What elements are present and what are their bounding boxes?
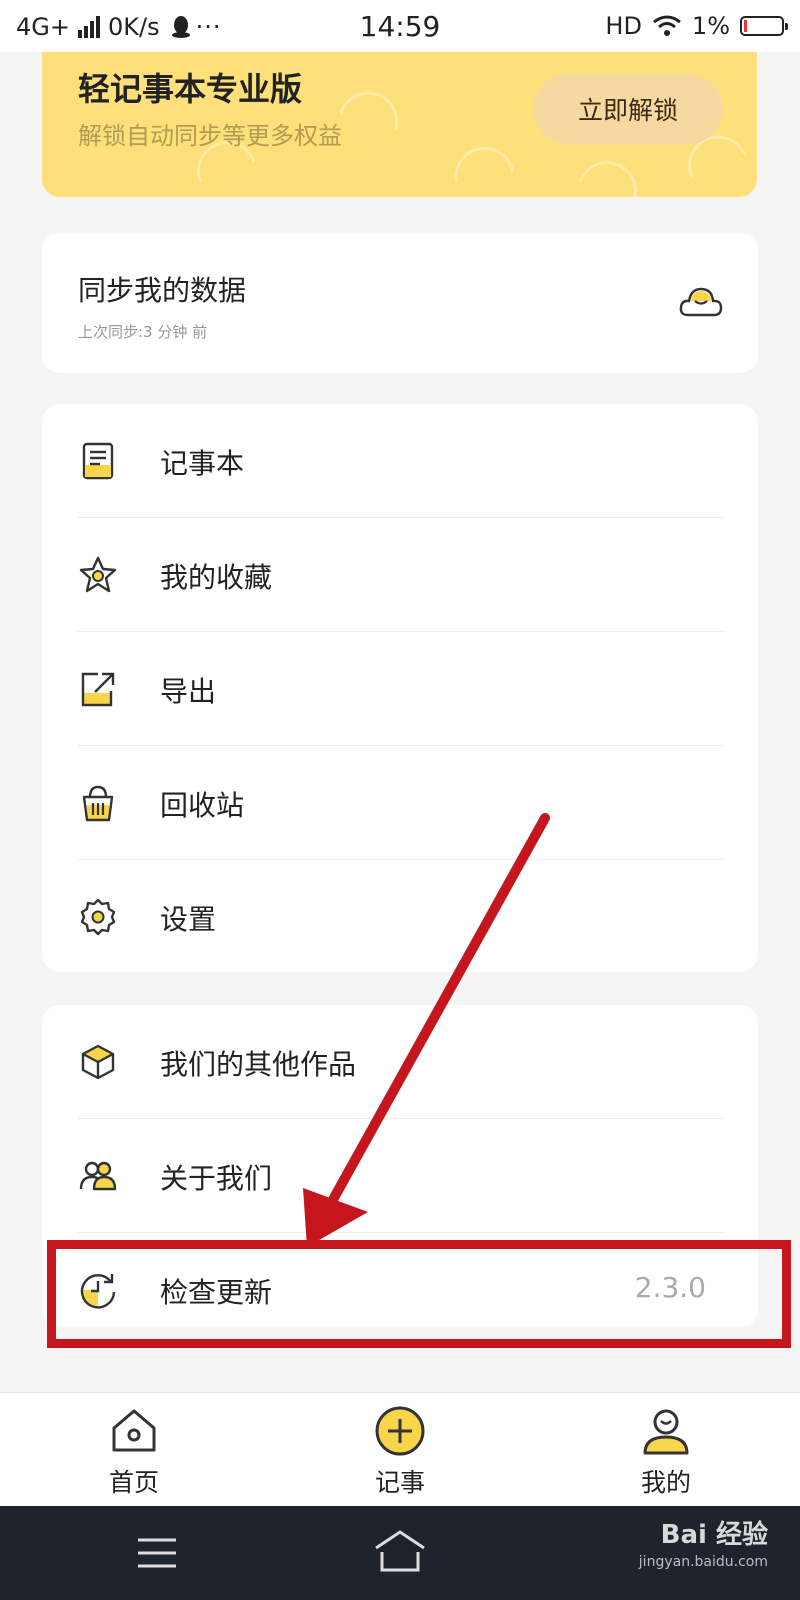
menu-item-recycle-bin[interactable]: 回收站 xyxy=(42,746,758,860)
unlock-button[interactable]: 立即解锁 xyxy=(533,74,723,144)
tab-label: 记事 xyxy=(374,1468,425,1497)
battery-icon xyxy=(740,16,788,36)
export-icon xyxy=(81,672,115,707)
menu-item-export[interactable]: 导出 xyxy=(42,632,758,746)
cloud-sync-icon xyxy=(679,287,723,317)
menu-label: 设置 xyxy=(160,903,217,936)
battery-percent: 1% xyxy=(691,12,730,40)
system-nav-bar: Bai 经验 jingyan.baidu.com xyxy=(0,1506,800,1600)
watermark-url: jingyan.baidu.com xyxy=(638,1554,768,1570)
pro-upgrade-banner[interactable]: 轻记事本专业版 解锁自动同步等更多权益 立即解锁 xyxy=(42,52,757,197)
add-circle-icon xyxy=(375,1406,425,1456)
menu-label: 我们的其他作品 xyxy=(160,1048,357,1081)
star-icon xyxy=(79,556,117,593)
menu-label: 记事本 xyxy=(160,447,245,480)
menu-item-notebook[interactable]: 记事本 xyxy=(42,404,758,518)
sync-card[interactable]: 同步我的数据 上次同步:3 分钟 前 xyxy=(42,233,758,373)
menu-item-other-works[interactable]: 我们的其他作品 xyxy=(42,1005,758,1119)
menu-item-settings[interactable]: 设置 xyxy=(42,860,758,974)
annotation-highlight-box xyxy=(47,1240,791,1348)
pro-subtitle: 解锁自动同步等更多权益 xyxy=(78,122,342,150)
cube-icon xyxy=(81,1044,115,1080)
tab-mine[interactable]: 我的 xyxy=(596,1393,736,1507)
tab-label: 我的 xyxy=(640,1468,691,1497)
menu-item-favorites[interactable]: 我的收藏 xyxy=(42,518,758,632)
notebook-icon xyxy=(82,442,114,480)
menu-label: 导出 xyxy=(160,675,217,708)
main-menu-card: 记事本 我的收藏 导出 回收站 设置 xyxy=(42,404,758,972)
menu-label: 回收站 xyxy=(160,789,245,822)
pro-title: 轻记事本专业版 xyxy=(78,70,303,108)
home-button-icon[interactable] xyxy=(360,1526,440,1580)
tab-home[interactable]: 首页 xyxy=(64,1393,204,1507)
status-bar: 4G+ 0K/s ··· 14:59 HD 1% xyxy=(0,0,800,52)
tab-label: 首页 xyxy=(108,1468,159,1497)
people-icon xyxy=(79,1161,117,1191)
watermark-brand: Bai 经验 xyxy=(660,1520,768,1550)
home-icon xyxy=(112,1409,156,1452)
wifi-icon xyxy=(653,15,681,36)
hd-indicator: HD xyxy=(605,12,642,40)
last-sync-time: 上次同步:3 分钟 前 xyxy=(78,323,208,341)
gear-icon xyxy=(80,898,116,936)
sync-title: 同步我的数据 xyxy=(78,274,247,307)
trash-icon xyxy=(82,785,114,822)
status-right: HD 1% xyxy=(605,12,788,40)
user-icon xyxy=(643,1409,689,1455)
menu-label: 关于我们 xyxy=(160,1162,273,1195)
menu-icon[interactable] xyxy=(118,1526,198,1580)
menu-item-about-us[interactable]: 关于我们 xyxy=(42,1119,758,1233)
profile-scroll-area[interactable]: 轻记事本专业版 解锁自动同步等更多权益 立即解锁 同步我的数据 上次同步:3 分… xyxy=(0,52,800,1392)
menu-label: 我的收藏 xyxy=(160,561,273,594)
bottom-tab-bar: 首页 记事 我的 xyxy=(0,1392,800,1507)
tab-add-note[interactable]: 记事 xyxy=(330,1393,470,1507)
